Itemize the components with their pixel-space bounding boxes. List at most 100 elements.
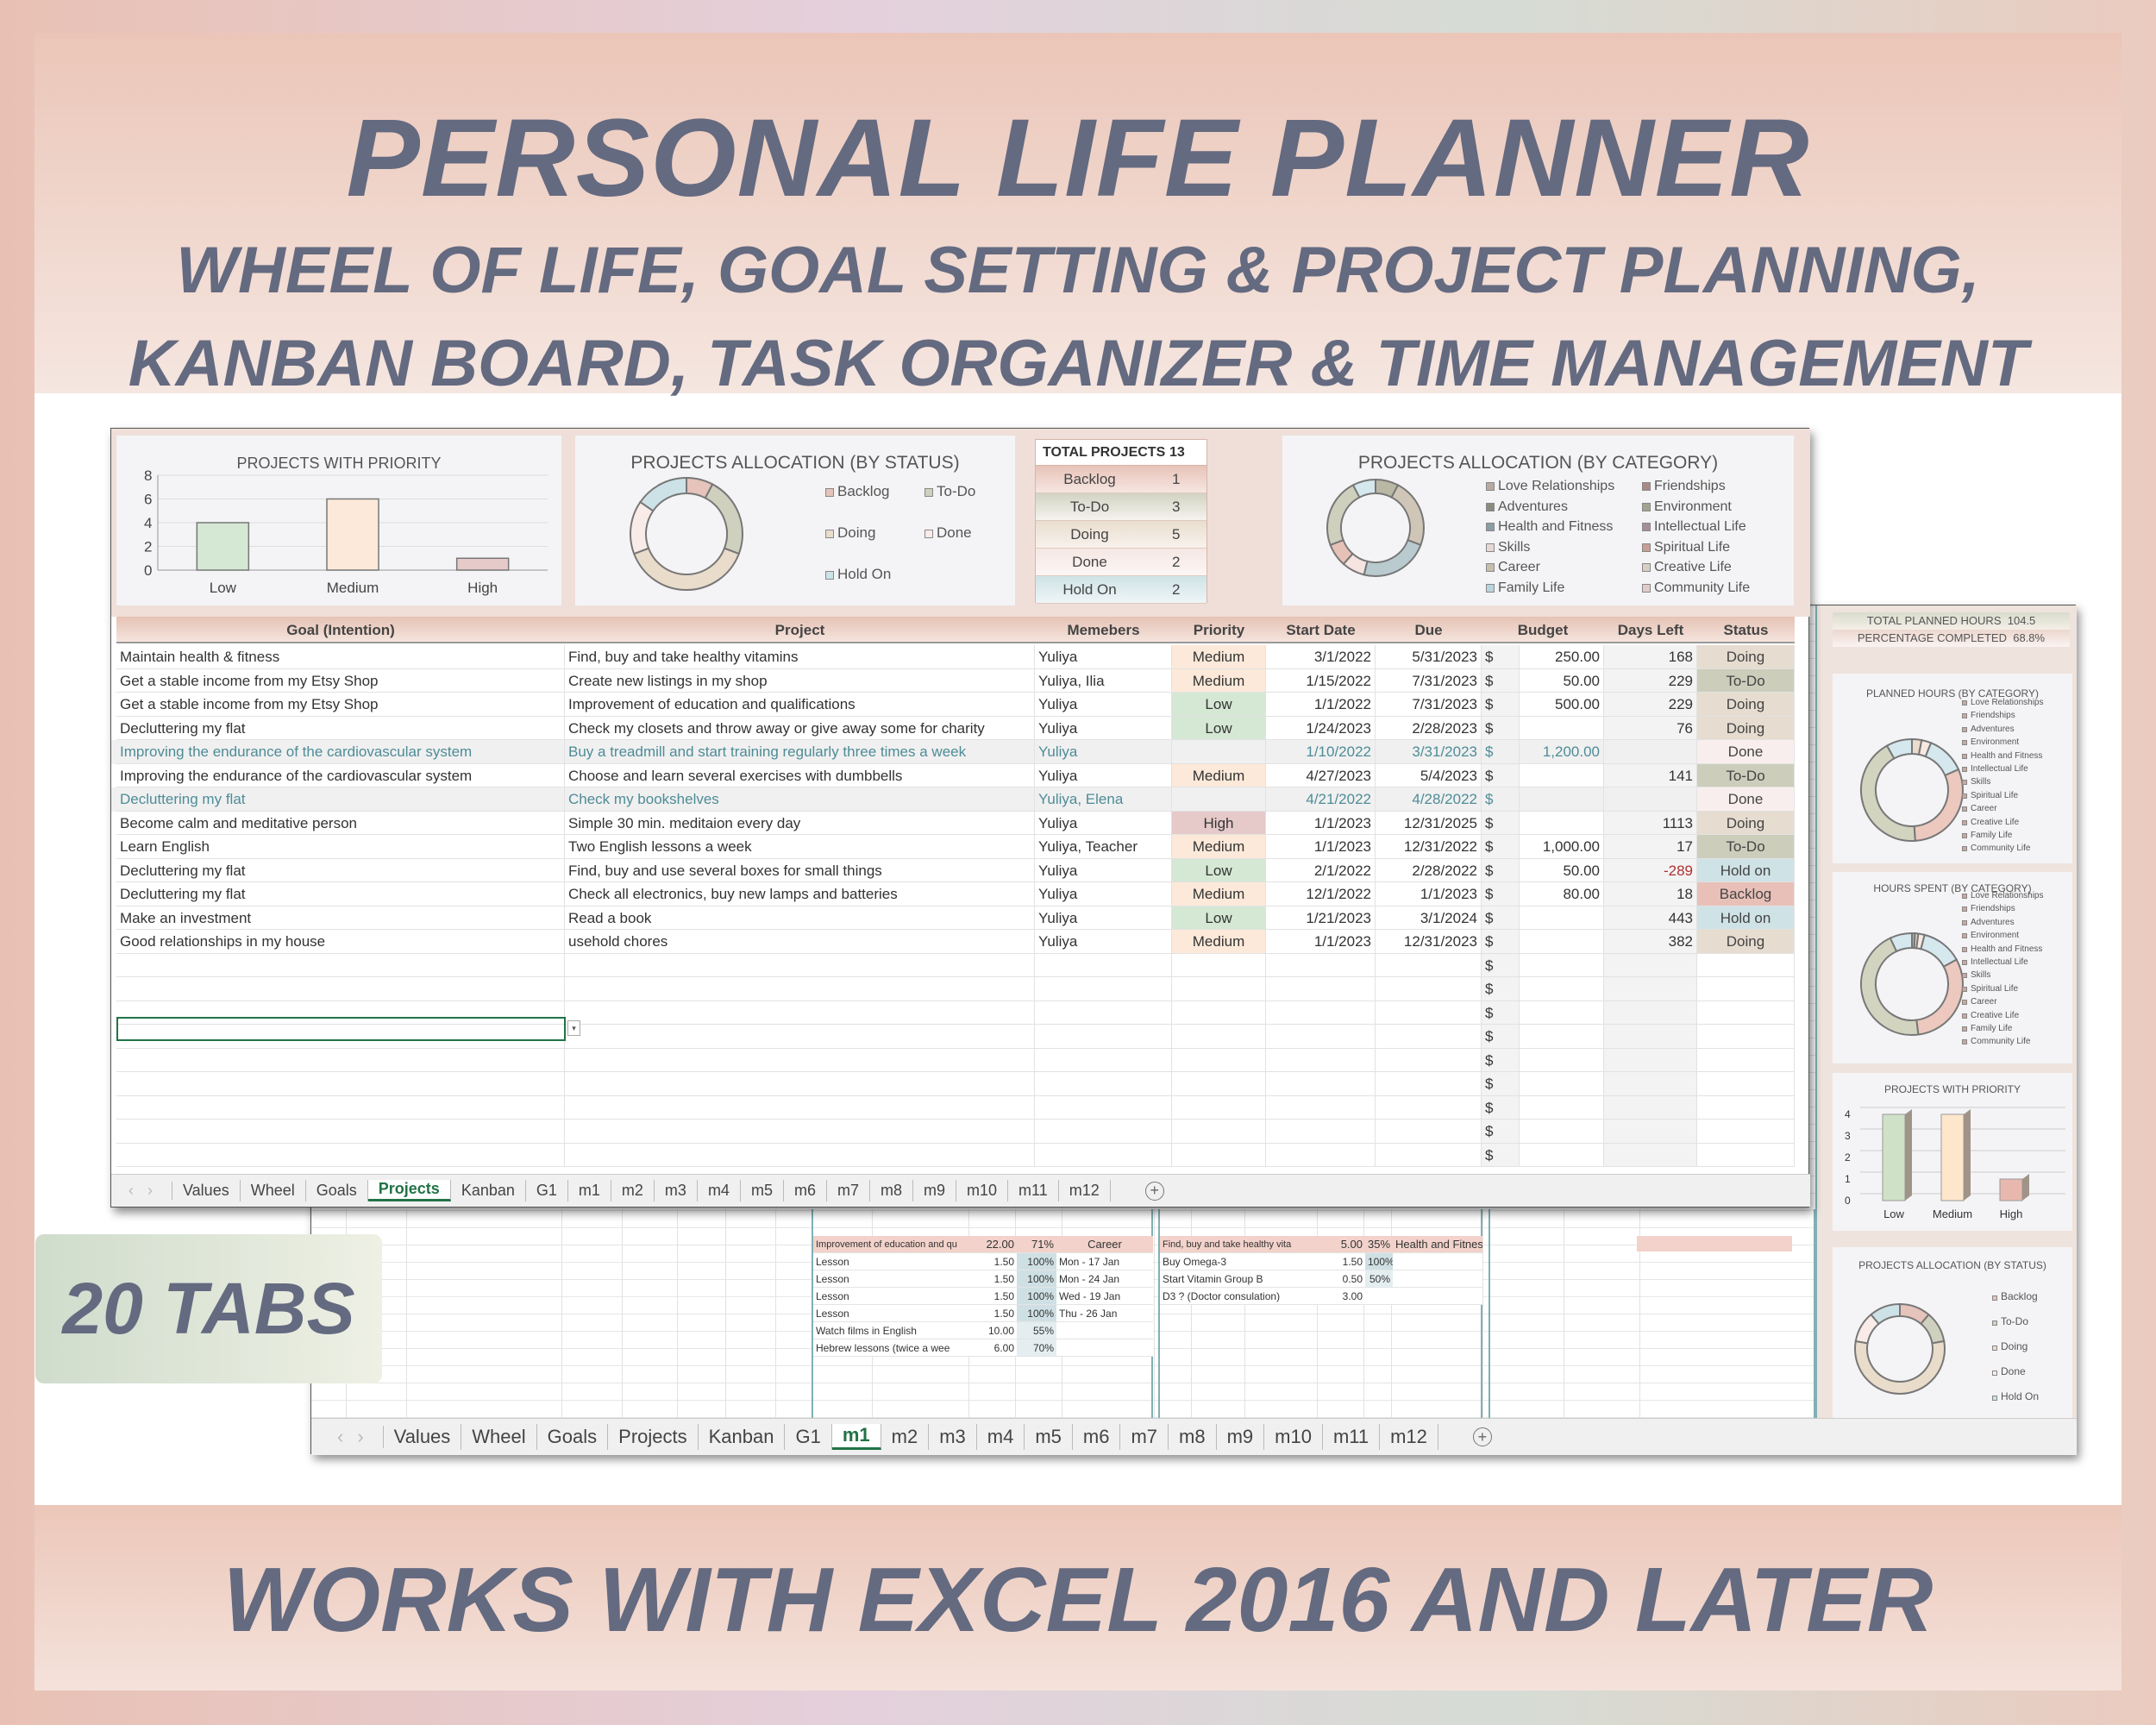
cell-project[interactable]: Check my closets and throw away or give …: [565, 716, 1035, 740]
section-cell[interactable]: Hebrew lessons (twice a wee: [813, 1339, 970, 1357]
cell-due[interactable]: [1376, 1120, 1482, 1144]
cell-start[interactable]: 1/21/2023: [1266, 906, 1376, 930]
section-cell[interactable]: [1365, 1288, 1393, 1305]
sheet-tab-m3[interactable]: m3: [655, 1179, 698, 1202]
cell-cur[interactable]: $: [1482, 906, 1520, 930]
section-cell[interactable]: Thu - 26 Jan: [1056, 1305, 1153, 1322]
section-cell[interactable]: 1.50: [1313, 1253, 1365, 1270]
cell-project[interactable]: [565, 1095, 1035, 1120]
sheet-tab-kanban[interactable]: Kanban: [699, 1424, 786, 1450]
cell-start[interactable]: [1266, 953, 1376, 977]
cell-priority[interactable]: Low: [1172, 906, 1266, 930]
cell-days[interactable]: 141: [1604, 763, 1697, 787]
cell-start[interactable]: [1266, 1120, 1376, 1144]
cell-members[interactable]: [1035, 1143, 1172, 1167]
cell-status[interactable]: Hold on: [1697, 906, 1795, 930]
section-cell[interactable]: 1.50: [970, 1305, 1017, 1322]
section-cell[interactable]: D3 ? (Doctor consulation): [1160, 1288, 1313, 1305]
section-cell[interactable]: 1.50: [970, 1253, 1017, 1270]
cell-budget[interactable]: 50.00: [1520, 668, 1604, 693]
cell-budget[interactable]: [1520, 763, 1604, 787]
cell-cur[interactable]: $: [1482, 1000, 1520, 1025]
dropdown-arrow-button[interactable]: ▾: [567, 1020, 580, 1036]
cell-due[interactable]: 4/28/2022: [1376, 787, 1482, 812]
scroll-tabs-right-icon[interactable]: ›: [352, 1426, 384, 1448]
cell-project[interactable]: Check all electronics, buy new lamps and…: [565, 882, 1035, 906]
cell-goal[interactable]: Get a stable income from my Etsy Shop: [116, 668, 565, 693]
cell-status[interactable]: Hold on: [1697, 858, 1795, 882]
sheet-tab-m6[interactable]: m6: [784, 1179, 827, 1202]
cell-project[interactable]: [565, 1143, 1035, 1167]
sheet-tab-wheel[interactable]: Wheel: [461, 1424, 537, 1450]
sheet-tab-m7[interactable]: m7: [1120, 1424, 1169, 1450]
cell-project[interactable]: [565, 1120, 1035, 1144]
cell-project[interactable]: [565, 953, 1035, 977]
cell-cur[interactable]: $: [1482, 858, 1520, 882]
cell-project[interactable]: [565, 1025, 1035, 1049]
cell-project[interactable]: Check my bookshelves: [565, 787, 1035, 812]
cell-members[interactable]: Yuliya: [1035, 645, 1172, 669]
cell-project[interactable]: Two English lessons a week: [565, 835, 1035, 859]
cell-due[interactable]: 7/31/2023: [1376, 668, 1482, 693]
section-header-cell[interactable]: 5.00: [1313, 1236, 1365, 1253]
section-cell[interactable]: Mon - 17 Jan: [1056, 1253, 1153, 1270]
cell-due[interactable]: [1376, 1095, 1482, 1120]
cell-budget[interactable]: [1520, 930, 1604, 954]
cell-members[interactable]: Yuliya, Elena: [1035, 787, 1172, 812]
cell-budget[interactable]: [1520, 906, 1604, 930]
section-cell[interactable]: [1056, 1322, 1153, 1339]
cell-priority[interactable]: [1172, 1143, 1266, 1167]
cell-cur[interactable]: $: [1482, 882, 1520, 906]
cell-goal[interactable]: Improving the endurance of the cardiovas…: [116, 763, 565, 787]
cell-cur[interactable]: $: [1482, 930, 1520, 954]
sheet-tab-goals[interactable]: Goals: [306, 1179, 368, 1202]
cell-due[interactable]: 12/31/2023: [1376, 930, 1482, 954]
sheet-tab-m3[interactable]: m3: [929, 1424, 977, 1450]
cell-project[interactable]: Find, buy and use several boxes for smal…: [565, 858, 1035, 882]
selected-cell-border[interactable]: [116, 1017, 566, 1041]
cell-priority[interactable]: Medium: [1172, 882, 1266, 906]
cell-budget[interactable]: 50.00: [1520, 858, 1604, 882]
section-cell[interactable]: 100%: [1365, 1253, 1393, 1270]
cell-start[interactable]: [1266, 1048, 1376, 1072]
cell-due[interactable]: [1376, 1143, 1482, 1167]
section-header-cell[interactable]: 22.00: [970, 1236, 1017, 1253]
section-cell[interactable]: 10.00: [970, 1322, 1017, 1339]
cell-goal[interactable]: [116, 1072, 565, 1096]
sheet-tab-m5[interactable]: m5: [741, 1179, 784, 1202]
cell-goal[interactable]: Decluttering my flat: [116, 858, 565, 882]
section-cell[interactable]: [1393, 1253, 1482, 1270]
cell-status[interactable]: [1697, 1120, 1795, 1144]
cell-status[interactable]: Backlog: [1697, 882, 1795, 906]
section-header-cell[interactable]: 35%: [1365, 1236, 1393, 1253]
section-cell[interactable]: [1056, 1339, 1153, 1357]
cell-members[interactable]: Yuliya: [1035, 858, 1172, 882]
cell-days[interactable]: 1113: [1604, 811, 1697, 835]
cell-members[interactable]: Yuliya: [1035, 740, 1172, 764]
cell-members[interactable]: Yuliya: [1035, 763, 1172, 787]
cell-start[interactable]: 2/1/2022: [1266, 858, 1376, 882]
sheet-tab-goals[interactable]: Goals: [537, 1424, 609, 1450]
section-header-cell[interactable]: Find, buy and take healthy vita: [1160, 1236, 1313, 1253]
cell-priority[interactable]: [1172, 1120, 1266, 1144]
sheet-tab-m9[interactable]: m9: [1217, 1424, 1265, 1450]
cell-days[interactable]: 443: [1604, 906, 1697, 930]
section-cell[interactable]: Lesson: [813, 1305, 970, 1322]
cell-days[interactable]: 76: [1604, 716, 1697, 740]
cell-days[interactable]: -289: [1604, 858, 1697, 882]
cell-due[interactable]: 1/1/2023: [1376, 882, 1482, 906]
cell-budget[interactable]: [1520, 977, 1604, 1001]
cell-project[interactable]: [565, 1072, 1035, 1096]
cell-members[interactable]: Yuliya: [1035, 906, 1172, 930]
cell-goal[interactable]: Make an investment: [116, 906, 565, 930]
cell-project[interactable]: Improvement of education and qualificati…: [565, 693, 1035, 717]
cell-due[interactable]: 12/31/2025: [1376, 811, 1482, 835]
section-cell[interactable]: 100%: [1017, 1305, 1056, 1322]
sheet-tab-m1[interactable]: m1: [568, 1179, 611, 1202]
cell-days[interactable]: [1604, 953, 1697, 977]
cell-project[interactable]: [565, 977, 1035, 1001]
cell-days[interactable]: 382: [1604, 930, 1697, 954]
sheet-tab-m4[interactable]: m4: [698, 1179, 741, 1202]
section-cell[interactable]: Watch films in English: [813, 1322, 970, 1339]
cell-priority[interactable]: [1172, 787, 1266, 812]
